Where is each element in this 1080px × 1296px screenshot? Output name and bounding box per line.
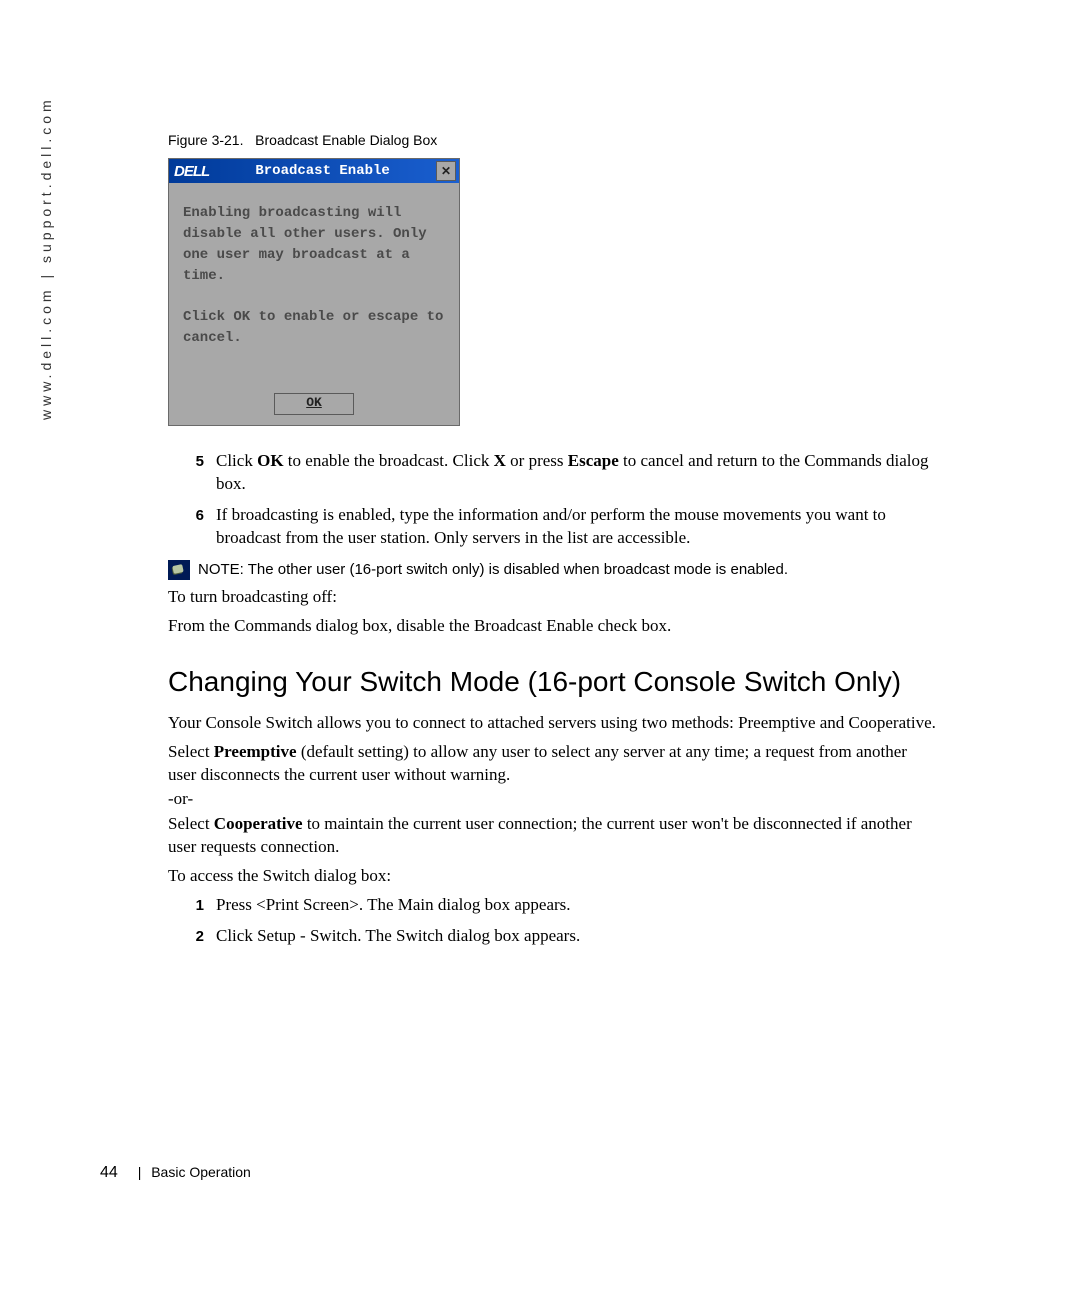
paragraph: To turn broadcasting off:	[168, 586, 938, 609]
dialog-message-1: Enabling broadcasting will disable all o…	[183, 203, 445, 287]
dell-logo: DELL	[172, 163, 209, 180]
step-list-a: 5 Click OK to enable the broadcast. Clic…	[168, 450, 938, 550]
dialog-titlebar: DELL Broadcast Enable ✕	[169, 159, 459, 183]
page-number: 44	[100, 1164, 118, 1181]
paragraph: -or-	[168, 788, 938, 811]
figure-title: Broadcast Enable Dialog Box	[255, 132, 437, 148]
page-content: Figure 3-21. Broadcast Enable Dialog Box…	[168, 132, 938, 956]
note-row: NOTE: The other user (16-port switch onl…	[168, 560, 938, 580]
note-text: NOTE: The other user (16-port switch onl…	[198, 561, 788, 578]
step-number: 6	[168, 504, 216, 550]
list-item: 6 If broadcasting is enabled, type the i…	[168, 504, 938, 550]
close-icon[interactable]: ✕	[436, 161, 456, 181]
list-item: 5 Click OK to enable the broadcast. Clic…	[168, 450, 938, 496]
paragraph: Select Cooperative to maintain the curre…	[168, 813, 938, 859]
figure-label: Figure 3-21.	[168, 132, 243, 148]
list-item: 1 Press <Print Screen>. The Main dialog …	[168, 894, 938, 917]
paragraph: From the Commands dialog box, disable th…	[168, 615, 938, 638]
step-text: Click OK to enable the broadcast. Click …	[216, 450, 938, 496]
sidebar-url: www.dell.com | support.dell.com	[38, 96, 54, 420]
broadcast-enable-dialog: DELL Broadcast Enable ✕ Enabling broadca…	[168, 158, 460, 426]
figure-caption: Figure 3-21. Broadcast Enable Dialog Box	[168, 132, 938, 148]
step-list-b: 1 Press <Print Screen>. The Main dialog …	[168, 894, 938, 948]
footer-separator: |	[138, 1164, 142, 1180]
note-icon	[168, 560, 190, 580]
step-number: 2	[168, 925, 216, 948]
step-text: If broadcasting is enabled, type the inf…	[216, 504, 938, 550]
step-number: 1	[168, 894, 216, 917]
dialog-footer: OK	[169, 389, 459, 425]
step-text: Press <Print Screen>. The Main dialog bo…	[216, 894, 938, 917]
step-number: 5	[168, 450, 216, 496]
step-text: Click Setup - Switch. The Switch dialog …	[216, 925, 938, 948]
dialog-message-2: Click OK to enable or escape to cancel.	[183, 307, 445, 349]
page-footer: 44 | Basic Operation	[100, 1164, 251, 1182]
dialog-body: Enabling broadcasting will disable all o…	[169, 183, 459, 389]
list-item: 2 Click Setup - Switch. The Switch dialo…	[168, 925, 938, 948]
footer-section: Basic Operation	[151, 1164, 251, 1180]
paragraph: To access the Switch dialog box:	[168, 865, 938, 888]
dialog-title-text: Broadcast Enable	[209, 163, 436, 179]
paragraph: Select Preemptive (default setting) to a…	[168, 741, 938, 787]
section-heading: Changing Your Switch Mode (16-port Conso…	[168, 666, 938, 698]
paragraph: Your Console Switch allows you to connec…	[168, 712, 938, 735]
ok-button[interactable]: OK	[274, 393, 354, 415]
